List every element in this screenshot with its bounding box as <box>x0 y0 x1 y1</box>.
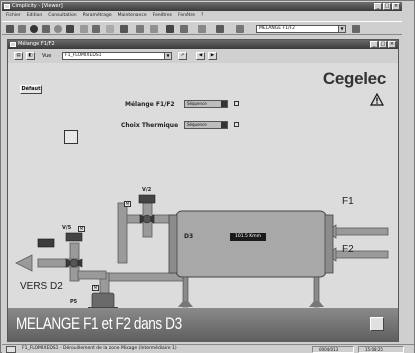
maximize-button[interactable]: □ <box>383 3 391 10</box>
info-icon[interactable] <box>198 25 206 33</box>
param-thermique-select[interactable]: Séquence <box>184 121 228 129</box>
settings-icon[interactable] <box>120 25 128 33</box>
view-select[interactable]: MELANGE F1/F2 ▼ <box>256 25 346 33</box>
param-thermique-checkbox[interactable] <box>234 122 239 127</box>
close-button[interactable]: × <box>392 3 400 10</box>
chevron-down-icon[interactable]: ▼ <box>164 53 171 59</box>
vue-select[interactable]: F1_FLOMIXEDS1 ▼ <box>62 52 172 60</box>
param-melange-checkbox[interactable] <box>234 101 239 106</box>
chevron-down-icon[interactable]: ▼ <box>338 26 345 32</box>
f2-label: F2 <box>342 244 354 255</box>
menu-item-fenetres[interactable]: Fenêtres <box>153 12 172 20</box>
v5-tag: V/5 <box>62 225 72 231</box>
cut-icon[interactable] <box>150 25 158 33</box>
tank-d3 <box>168 210 334 308</box>
report-icon[interactable] <box>106 25 114 33</box>
window-maximize-button[interactable]: □ <box>379 41 387 48</box>
window-close-button[interactable]: × <box>388 41 396 48</box>
window-minimize-button[interactable]: _ <box>370 41 378 48</box>
help-icon[interactable] <box>352 25 360 33</box>
layout-icon[interactable] <box>80 25 88 33</box>
synoptic-window: Mélange F1/F2 _ □ × ▤ ◧ Vue F1_FLOMIXEDS… <box>7 39 399 342</box>
record-icon[interactable] <box>30 25 38 33</box>
defaut-button[interactable]: Défaut <box>20 85 42 94</box>
chevron-down-icon[interactable] <box>221 101 227 107</box>
main-toolbar: MELANGE F1/F2 ▼ <box>2 21 402 35</box>
v2-mode-button[interactable]: M <box>124 201 131 207</box>
status-bar: F1_FLOMIXEDS1 - Dérouillement de la zone… <box>2 344 414 353</box>
param-thermique-value: Séquence <box>187 122 207 127</box>
tank-d3-value[interactable]: 101.5 Kmm <box>230 233 266 241</box>
menu-item-fenetre[interactable]: Fenêtre <box>178 12 195 20</box>
menu-item-help[interactable]: ? <box>201 12 203 20</box>
prev-view-button[interactable]: ◀ <box>196 52 205 60</box>
title-banner: MELANGE F1 et F2 dans D3 <box>8 308 398 342</box>
f1-label: F1 <box>342 196 354 207</box>
param-melange-value: Séquence <box>187 101 207 106</box>
banner-title: MELANGE F1 et F2 dans D3 <box>16 314 182 333</box>
synoptic-canvas: Cegelec Défaut Mélange F1/F2 Séquence Ch… <box>8 63 398 342</box>
level-sensor <box>37 238 55 248</box>
window-system-icon[interactable] <box>10 42 16 47</box>
status-cell-time: 15:08:25 <box>358 346 404 353</box>
param-thermique-label: Choix Thermique <box>121 122 179 129</box>
trend-icon[interactable] <box>92 25 100 33</box>
scada-app-window: Cimplicity - [Viewer] _ □ × Fichier Edit… <box>0 0 415 353</box>
app-title-bar: Cimplicity - [Viewer] _ □ × <box>2 2 402 11</box>
user-icon[interactable] <box>136 25 144 33</box>
vue-label: Vue <box>42 53 52 59</box>
chevron-down-icon[interactable] <box>221 122 227 128</box>
param-melange-select[interactable]: Séquence <box>184 100 228 108</box>
menu-item-parametrage[interactable]: Paramétrage <box>83 12 112 20</box>
menu-item-fichier[interactable]: Fichier <box>6 12 21 20</box>
window-title-bar: Mélange F1/F2 _ □ × <box>8 40 398 49</box>
print-icon[interactable] <box>42 25 50 33</box>
menu-item-consultation[interactable]: Consultation <box>48 12 76 20</box>
tree-icon[interactable] <box>236 25 244 33</box>
p5-mode-button[interactable]: M <box>92 285 99 291</box>
back-icon[interactable] <box>18 25 26 33</box>
zoom-icon[interactable] <box>54 25 62 33</box>
menu-item-edition[interactable]: Edition <box>27 12 43 20</box>
window-print-button[interactable]: ▤ <box>14 52 23 60</box>
p5-tag: P5 <box>70 299 78 305</box>
banner-action-button[interactable] <box>370 317 384 331</box>
vers-d2-label: VERS D2 <box>20 281 63 292</box>
home-icon[interactable] <box>6 25 14 33</box>
status-cell-count: 0004/013 <box>312 346 354 353</box>
window-icon[interactable] <box>180 25 188 33</box>
pencil-icon[interactable] <box>216 25 224 33</box>
tools-icon[interactable] <box>166 25 174 33</box>
menu-bar: Fichier Edition Consultation Paramétrage… <box>2 12 402 20</box>
window-back-button[interactable]: ◧ <box>26 52 35 60</box>
v2-tag: V/2 <box>142 187 152 193</box>
mode-selector-icon[interactable] <box>64 130 78 144</box>
status-icon <box>6 346 16 353</box>
next-view-button[interactable]: ▶ <box>208 52 217 60</box>
d3-tag: D3 <box>184 233 194 240</box>
param-melange-label: Mélange F1/F2 <box>125 101 175 108</box>
status-text: F1_FLOMIXEDS1 - Dérouillement de la zone… <box>22 346 177 351</box>
view-select-value: MELANGE F1/F2 <box>259 26 295 31</box>
cegelec-logo: Cegelec <box>322 69 386 88</box>
vue-select-value: F1_FLOMIXEDS1 <box>65 53 102 58</box>
app-title: Cimplicity - [Viewer] <box>12 3 63 9</box>
window-toolbar: ▤ ◧ Vue F1_FLOMIXEDS1 ▼ ↗ ◀ ▶ <box>8 50 398 62</box>
minimize-button[interactable]: _ <box>374 3 382 10</box>
window-title: Mélange F1/F2 <box>18 41 55 47</box>
menu-item-maintenance[interactable]: Maintenance <box>118 12 147 20</box>
v5-mode-button[interactable]: M <box>78 226 85 232</box>
app-system-icon[interactable] <box>4 4 10 9</box>
alarm-icon[interactable] <box>66 25 74 33</box>
warning-icon[interactable] <box>370 93 384 106</box>
go-button[interactable]: ↗ <box>178 52 187 60</box>
